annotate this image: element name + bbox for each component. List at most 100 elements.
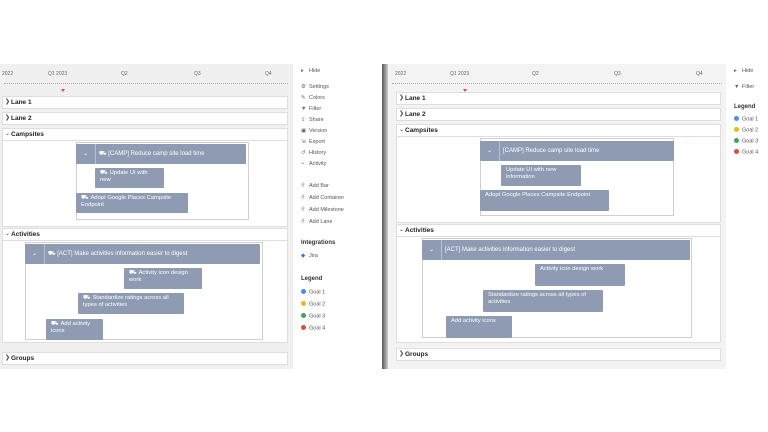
bar-standardize-ratings[interactable]: Standardize ratings across all types of … <box>483 290 603 312</box>
people-icon: ⛟ <box>51 321 59 327</box>
container-bar-camp[interactable]: ⌄ [CAMP] Reduce camp site load time <box>480 141 674 161</box>
bar-update-ui[interactable]: Update UI with new information <box>501 165 581 186</box>
lane-title: Lane 1 <box>11 99 32 106</box>
lane-header-lane-1[interactable]: ❯ Lane 1 <box>396 92 721 105</box>
timeline-tick: Q4 <box>696 71 703 77</box>
add-container-button[interactable]: ⠿ Add Container <box>301 195 344 201</box>
lane-title: Campsites <box>405 127 438 134</box>
chevron-right-icon: ❯ <box>399 95 405 101</box>
people-icon: ⛟ <box>48 251 56 257</box>
goal-color-dot <box>301 325 306 330</box>
grip-icon: ⠿ <box>301 219 306 225</box>
container-bar-act[interactable]: ⌄ [ACT] Make activities information easie… <box>422 240 690 260</box>
grip-icon: ⠿ <box>301 207 306 213</box>
menu-item-history[interactable]: ↺ History <box>301 150 326 156</box>
timeline-tick: Q3 <box>614 71 621 77</box>
bar-add-activity-icons[interactable]: ⛟ Add activity icons <box>46 319 103 340</box>
timeline-header: 2022 Q1 2023 Q2 Q3 Q4 <box>388 64 726 92</box>
bar-standardize-ratings[interactable]: ⛟ Standardize ratings across all types of… <box>78 293 184 314</box>
container-bar-label: [ACT] Make activities information easier… <box>57 251 188 257</box>
lane-header-campsites[interactable]: ⌄ Campsites <box>2 128 288 141</box>
goal-color-dot <box>301 301 306 306</box>
bar-activity-icon-design[interactable]: ⛟ Activity icon design work <box>124 268 202 289</box>
menu-item-share[interactable]: ⇪ Share <box>301 117 324 123</box>
lane-header-groups[interactable]: ❯ Groups <box>396 348 721 361</box>
add-milestone-button[interactable]: ⠿ Add Milestone <box>301 207 344 213</box>
goal-color-dot <box>734 138 739 143</box>
chevron-down-icon: ⌄ <box>399 127 405 133</box>
legend-title: Legend <box>734 104 756 110</box>
right-roadmap-panel: 2022 Q1 2023 Q2 Q3 Q4 ❯ Lane 1 ❯ Lane 2 … <box>388 64 768 369</box>
roadmap-canvas: 2022 Q1 2023 Q2 Q3 Q4 ❯ Lane 1 ❯ Lane 2 … <box>0 64 292 369</box>
add-bar-button[interactable]: ⠿ Add Bar <box>301 183 329 189</box>
jira-icon: ◆ <box>301 253 306 259</box>
menu-item-filter[interactable]: ▼ Filter <box>734 84 754 90</box>
lane-header-lane-2[interactable]: ❯ Lane 2 <box>2 112 288 125</box>
brush-icon: ✎ <box>301 95 306 101</box>
lane-header-campsites[interactable]: ⌄ Campsites <box>396 124 721 137</box>
bar-label: Activity icon design work <box>540 266 604 272</box>
bar-activity-icon-design[interactable]: Activity icon design work <box>535 264 625 286</box>
chevron-right-icon: ▸ <box>301 68 304 74</box>
lane-title: Groups <box>405 351 429 358</box>
share-icon: ⇪ <box>301 117 306 123</box>
menu-item-filter[interactable]: ▼ Filter <box>301 106 321 112</box>
timeline-tick: 2022 <box>2 71 14 77</box>
menu-item-colors[interactable]: ✎ Colors <box>301 95 325 101</box>
container-bar-label: [CAMP] Reduce camp site load time <box>503 148 600 154</box>
lane-header-groups[interactable]: ❯ Groups <box>2 352 288 365</box>
goal-color-dot <box>734 116 739 121</box>
legend-item-goal-3: Goal 3 <box>301 313 325 320</box>
people-icon: ⛟ <box>129 270 137 276</box>
menu-item-activity[interactable]: ⌁ Activity <box>301 161 326 167</box>
hide-button[interactable]: ▸ Hide <box>301 68 320 74</box>
container-bar-label: [ACT] Make activities information easier… <box>445 247 576 253</box>
chevron-right-icon: ❯ <box>5 355 11 361</box>
menu-item-version[interactable]: ▣ Version <box>301 128 327 134</box>
lane-title: Activities <box>11 231 40 238</box>
right-sidebar: ▸ Hide ▼ Filter Legend Goal 1 Goal 2 Goal … <box>726 64 768 369</box>
hide-button[interactable]: ▸ Hide <box>734 68 753 74</box>
goal-color-dot <box>301 313 306 318</box>
lane-title: Lane 1 <box>405 95 426 102</box>
export-icon: ⇲ <box>301 139 306 145</box>
chevron-down-icon: ⌄ <box>399 227 405 233</box>
grip-icon: ⠿ <box>301 195 306 201</box>
bar-update-ui[interactable]: ⛟ Update UI with new <box>95 168 164 188</box>
bar-adopt-google-places[interactable]: ⛟ Adopt Google Places Campsite Endpoint <box>76 193 188 213</box>
chevron-down-icon[interactable]: ⌄ <box>76 144 96 164</box>
bar-label: Update UI with new information <box>506 167 557 180</box>
chevron-down-icon[interactable]: ⌄ <box>422 240 442 260</box>
people-icon: ⛟ <box>100 170 108 176</box>
container-bar-camp[interactable]: ⌄ ⛟ [CAMP] Reduce camp site load time <box>76 144 246 164</box>
timeline-header: 2022 Q1 2023 Q2 Q3 Q4 <box>0 64 292 92</box>
lane-header-activities[interactable]: ⌄ Activities <box>396 224 721 237</box>
bar-adopt-google-places[interactable]: Adopt Google Places Campsite Endpoint <box>480 190 609 211</box>
chevron-right-icon: ▸ <box>734 68 737 74</box>
bar-label: Activity icon design work <box>129 270 188 283</box>
add-lane-button[interactable]: ⠿ Add Lane <box>301 219 333 225</box>
lane-title: Activities <box>405 227 434 234</box>
legend-item-goal-3: Goal 3 <box>734 138 758 145</box>
legend-item-goal-1: Goal 1 <box>301 289 325 296</box>
lane-header-activities[interactable]: ⌄ Activities <box>2 228 288 241</box>
chevron-right-icon: ❯ <box>399 351 405 357</box>
chevron-down-icon[interactable]: ⌄ <box>25 244 45 264</box>
integration-jira[interactable]: ◆ Jira <box>301 253 318 259</box>
legend-item-goal-1: Goal 1 <box>734 116 758 123</box>
menu-item-settings[interactable]: ⚙ Settings <box>301 84 329 90</box>
chevron-right-icon: ❯ <box>399 111 405 117</box>
left-roadmap-panel: 2022 Q1 2023 Q2 Q3 Q4 ❯ Lane 1 ❯ Lane 2 … <box>0 64 384 369</box>
integrations-title: Integrations <box>301 240 336 246</box>
lane-header-lane-1[interactable]: ❯ Lane 1 <box>2 96 288 109</box>
bar-add-activity-icons[interactable]: Add activity icons <box>446 316 512 338</box>
today-marker <box>61 89 65 92</box>
container-bar-act[interactable]: ⌄ ⛟ [ACT] Make activities information eas… <box>25 244 260 264</box>
menu-item-export[interactable]: ⇲ Export <box>301 139 325 145</box>
legend-title: Legend <box>301 276 323 282</box>
chevron-down-icon[interactable]: ⌄ <box>480 141 500 161</box>
timeline-tick: Q2 <box>121 71 128 77</box>
bar-label: Adopt Google Places Campsite Endpoint <box>485 192 591 198</box>
lane-header-lane-2[interactable]: ❯ Lane 2 <box>396 108 721 121</box>
timeline-dots <box>392 83 722 84</box>
